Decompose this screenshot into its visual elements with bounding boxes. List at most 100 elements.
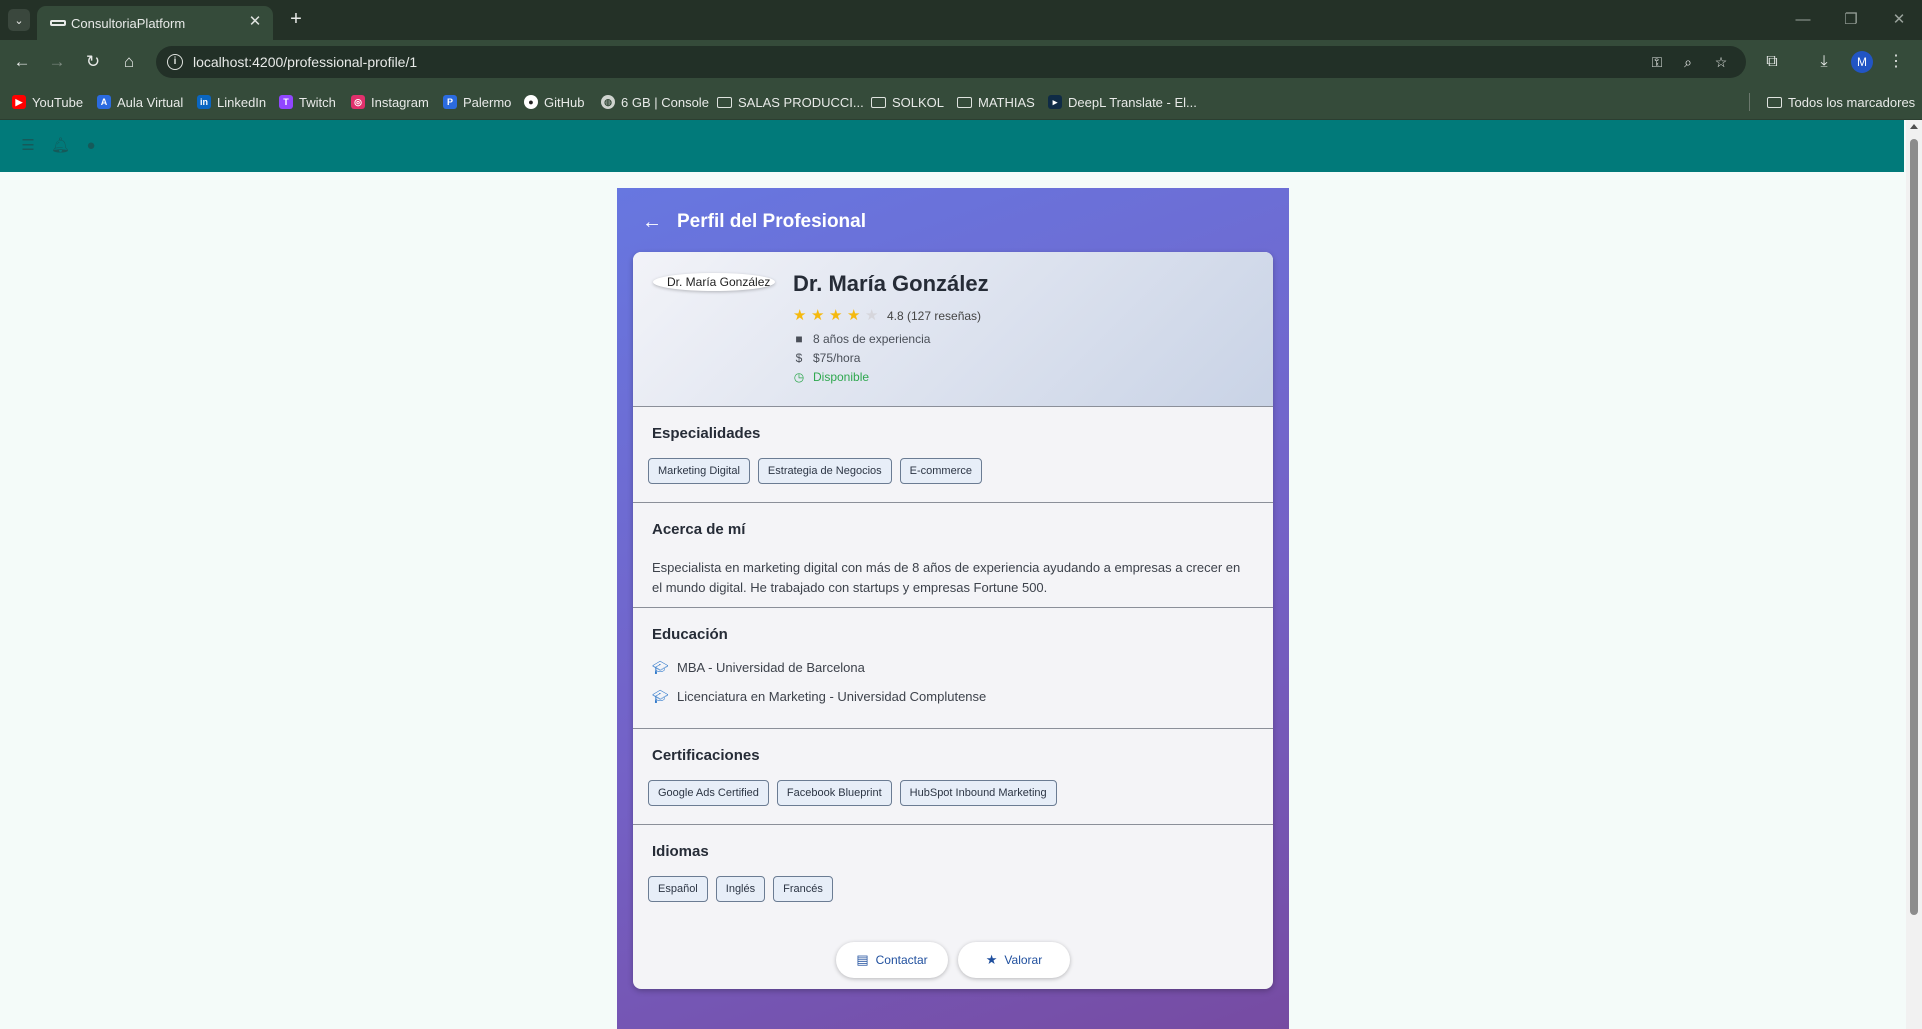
deepl-icon: ▸ <box>1048 95 1062 109</box>
specialty-chip: E-commerce <box>899 458 982 484</box>
bookmark-linkedin[interactable]: in LinkedIn <box>197 93 266 111</box>
all-bookmarks[interactable]: Todos los marcadores <box>1767 93 1915 111</box>
notifications-icon[interactable]: 🔔︎ <box>51 137 70 155</box>
youtube-icon: ▶ <box>12 95 26 109</box>
star-empty-icon: ★ <box>865 307 879 324</box>
dollar-icon: $ <box>795 351 803 365</box>
browser-tab[interactable]: ConsultoriaPlatform ✕ <box>37 6 273 40</box>
education-item: 🎓︎ MBA - Universidad de Barcelona <box>652 659 865 675</box>
tab-title: ConsultoriaPlatform <box>71 16 186 31</box>
new-tab-button[interactable]: + <box>283 7 309 33</box>
bookmark-github[interactable]: ● GitHub <box>524 93 584 111</box>
rate-button[interactable]: ★ Valorar <box>958 942 1070 978</box>
bookmarks-divider <box>1749 93 1750 111</box>
tab-close-icon[interactable]: ✕ <box>245 12 265 32</box>
password-key-icon[interactable]: ⚿ <box>1647 53 1667 71</box>
education-section: Educación 🎓︎ MBA - Universidad de Barcel… <box>633 608 1273 729</box>
tab-search-dropdown[interactable]: ⌄ <box>8 9 30 31</box>
profile-card: Dr. María González Dr. María González ★ … <box>633 252 1273 989</box>
browser-menu-icon[interactable]: ⋮ <box>1884 50 1908 74</box>
aula-virtual-icon: A <box>97 95 111 109</box>
section-title: Educación <box>652 626 728 643</box>
graduation-cap-icon: 🎓︎ <box>652 659 669 675</box>
certification-chip: Google Ads Certified <box>648 780 769 806</box>
bookmark-palermo[interactable]: P Palermo <box>443 93 511 111</box>
bookmark-console[interactable]: ◍ 6 GB | Console <box>601 93 709 111</box>
about-section: Acerca de mí Especialista en marketing d… <box>633 503 1273 608</box>
profile-avatar[interactable]: M <box>1851 51 1873 73</box>
twitch-icon: T <box>279 95 293 109</box>
downloads-icon[interactable]: ⤓ <box>1812 50 1836 74</box>
language-chips: Español Inglés Francés <box>648 876 833 902</box>
certification-chips: Google Ads Certified Facebook Blueprint … <box>648 780 1057 806</box>
hourly-rate: $ $75/hora <box>793 351 861 365</box>
scrollbar-thumb[interactable] <box>1910 139 1918 915</box>
scroll-up-arrow-icon[interactable] <box>1910 124 1918 129</box>
menu-icon[interactable]: ☰ <box>19 137 37 155</box>
browser-toolbar: ← → ↻ ⌂ i localhost:4200/professional-pr… <box>0 40 1922 84</box>
bookmark-star-icon[interactable]: ☆ <box>1711 53 1731 71</box>
section-title: Certificaciones <box>652 747 760 764</box>
address-bar[interactable]: i localhost:4200/professional-profile/1 … <box>156 46 1746 78</box>
minimize-icon[interactable]: — <box>1788 8 1818 32</box>
palermo-icon: P <box>443 95 457 109</box>
about-text: Especialista en marketing digital con má… <box>652 560 1241 595</box>
star-icon: ★ <box>985 952 998 967</box>
globe-icon: ◍ <box>601 95 615 109</box>
page-title: Perfil del Profesional <box>677 211 866 232</box>
star-full-icon: ★ <box>847 307 861 324</box>
bookmark-twitch[interactable]: T Twitch <box>279 93 336 111</box>
back-icon[interactable]: ← <box>9 49 35 75</box>
profile-header: Dr. María González Dr. María González ★ … <box>633 252 1273 407</box>
app-header: ☰ 🔔︎ ● <box>0 120 1904 172</box>
section-title: Especialidades <box>652 425 761 442</box>
language-chip: Inglés <box>715 876 766 902</box>
star-full-icon: ★ <box>811 307 825 324</box>
extensions-icon[interactable]: ⧉ <box>1760 50 1784 74</box>
bookmark-aula-virtual[interactable]: A Aula Virtual <box>97 93 183 111</box>
bookmark-folder-salas[interactable]: SALAS PRODUCCI... <box>717 93 864 111</box>
profile-page: ← Perfil del Profesional Dr. María Gonzá… <box>617 188 1289 1029</box>
browser-tab-bar: ⌄ ConsultoriaPlatform ✕ + — ❐ ✕ <box>0 0 1922 40</box>
clock-icon: ◷ <box>793 370 805 384</box>
availability-text: Disponible <box>813 370 870 384</box>
back-arrow-icon[interactable]: ← <box>639 209 665 235</box>
bookmarks-bar: ▶ YouTube A Aula Virtual in LinkedIn T Twitc… <box>0 84 1922 120</box>
specialty-chips: Marketing Digital Estrategia de Negocios… <box>648 458 982 484</box>
bookmark-instagram[interactable]: ◎ Instagram <box>351 93 429 111</box>
restore-icon[interactable]: ❐ <box>1836 8 1866 32</box>
bookmark-folder-mathias[interactable]: MATHIAS <box>957 93 1035 111</box>
forward-icon[interactable]: → <box>44 49 70 75</box>
page-header: ← Perfil del Profesional <box>639 209 866 235</box>
zoom-icon[interactable]: ⌕ <box>1678 53 1698 71</box>
bookmark-youtube[interactable]: ▶ YouTube <box>12 93 83 111</box>
tab-favicon-icon <box>50 20 66 26</box>
language-chip: Francés <box>773 876 833 902</box>
site-info-icon[interactable]: i <box>167 54 183 70</box>
education-item: 🎓︎ Licenciatura en Marketing - Universid… <box>652 688 987 704</box>
url-text[interactable]: localhost:4200/professional-profile/1 <box>193 54 417 70</box>
experience: ■ 8 años de experiencia <box>793 332 930 346</box>
specialty-chip: Marketing Digital <box>648 458 750 484</box>
profile-photo: Dr. María González <box>653 273 775 291</box>
account-icon[interactable]: ● <box>82 137 100 155</box>
bookmark-folder-solkol[interactable]: SOLKOL <box>871 93 944 111</box>
folder-icon <box>717 96 732 108</box>
bookmark-deepl[interactable]: ▸ DeepL Translate - El... <box>1048 93 1197 111</box>
contact-button[interactable]: ▤ Contactar <box>836 942 948 978</box>
home-icon[interactable]: ⌂ <box>116 49 142 75</box>
instagram-icon: ◎ <box>351 95 365 109</box>
rate-text: $75/hora <box>813 351 861 365</box>
reload-icon[interactable]: ↻ <box>80 49 106 75</box>
section-title: Idiomas <box>652 843 709 860</box>
star-full-icon: ★ <box>829 307 843 324</box>
linkedin-icon: in <box>197 95 211 109</box>
professional-name: Dr. María González <box>793 271 989 296</box>
specialties-section: Especialidades Marketing Digital Estrate… <box>633 407 1273 503</box>
page-scrollbar[interactable] <box>1906 120 1922 1029</box>
experience-text: 8 años de experiencia <box>813 332 931 346</box>
folder-icon <box>957 96 972 108</box>
certifications-section: Certificaciones Google Ads Certified Fac… <box>633 729 1273 825</box>
availability: ◷ Disponible <box>793 370 869 384</box>
window-close-icon[interactable]: ✕ <box>1884 8 1914 32</box>
